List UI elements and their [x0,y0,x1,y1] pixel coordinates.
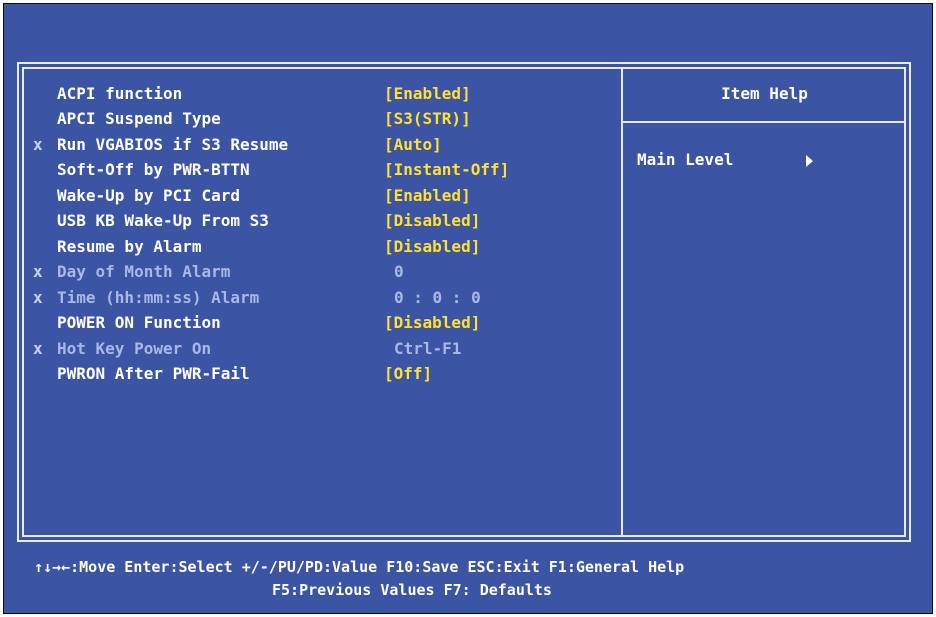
setting-value[interactable]: [Disabled] [384,311,480,335]
setting-value[interactable]: [Enabled] [384,82,471,106]
main-level-label: Main Level [637,150,734,169]
setting-value[interactable]: [Disabled] [384,235,480,259]
setting-value[interactable]: [S3(STR)] [384,107,471,131]
footer-keys-line1: ↑↓→←:Move Enter:Select +/-/PU/PD:Value F… [34,558,685,576]
setting-label: POWER ON Function [57,313,221,332]
setting-label: Day of Month Alarm [57,262,231,281]
help-panel-divider [621,67,623,537]
right-triangle-icon [806,155,813,167]
setting-value[interactable]: [Disabled] [384,209,480,233]
footer-keys-line2: F5:Previous Values F7: Defaults [272,581,552,599]
row-marker: x [33,288,43,307]
setting-value[interactable]: [Off] [384,362,432,386]
setting-label: Resume by Alarm [57,237,202,256]
row-marker: x [33,339,43,358]
setting-value: 0 : 0 : 0 [394,288,481,307]
setting-label: ACPI function [57,84,183,103]
setting-label: Run VGABIOS if S3 Resume [57,135,289,154]
setting-label: Hot Key Power On [57,339,212,358]
setting-label: PWRON After PWR-Fail [57,364,250,383]
setting-label: Wake-Up by PCI Card [57,186,241,205]
setting-label: USB KB Wake-Up From S3 [57,211,269,230]
setting-label: APCI Suspend Type [57,109,221,128]
setting-value[interactable]: [Enabled] [384,184,471,208]
row-marker: x [33,262,43,281]
row-marker: x [33,135,43,154]
help-title-divider [623,121,906,123]
setting-label: Time (hh:mm:ss) Alarm [57,288,260,307]
setting-value: Ctrl-F1 [394,339,462,358]
setting-value[interactable]: [Auto] [384,133,442,157]
setting-value: 0 [394,262,404,281]
setting-label: Soft-Off by PWR-BTTN [57,160,250,179]
setting-value[interactable]: [Instant-Off] [384,158,509,182]
item-help-title: Item Help [721,84,808,103]
